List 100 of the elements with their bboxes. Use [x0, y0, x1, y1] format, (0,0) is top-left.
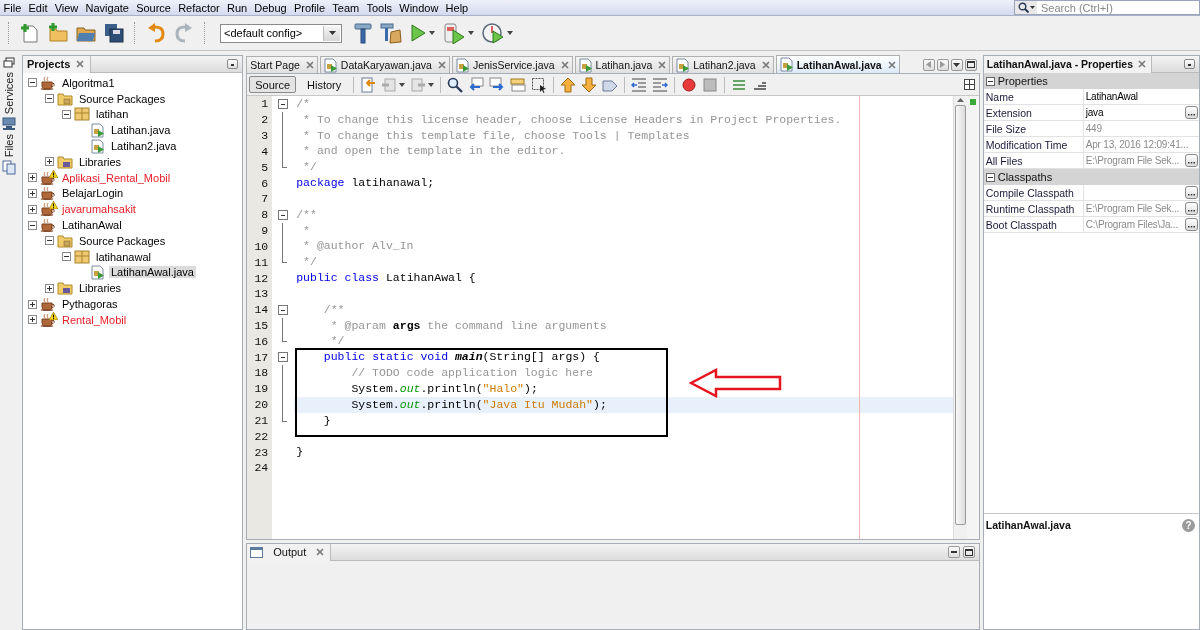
side-tab[interactable]: Files: [2, 134, 17, 176]
line-number: 5: [260, 160, 270, 174]
menu-item[interactable]: Window: [395, 1, 442, 14]
tree-item[interactable]: Rental_Mobil: [59, 313, 129, 326]
line-number: 10: [253, 239, 270, 253]
code-line: */: [302, 159, 317, 176]
line-number: 20: [253, 398, 270, 412]
panel-tab[interactable]: LatihanAwal.java - Properties: [983, 55, 1152, 73]
config-dropdown[interactable]: <default config>: [220, 23, 342, 43]
property-value[interactable]: E:\Program File Sek...: [1085, 203, 1185, 214]
code-line: * and open the template in the editor.: [302, 143, 566, 160]
menu-item[interactable]: View: [51, 1, 82, 14]
view-tab[interactable]: History: [301, 76, 348, 93]
property-name: Name: [983, 89, 1084, 104]
line-number: 1: [260, 97, 270, 111]
property-value[interactable]: C:\Program Files\Ja...: [1085, 219, 1185, 230]
line-number: 6: [260, 176, 270, 190]
menu-item[interactable]: Team: [328, 1, 363, 14]
line-number: 9: [260, 224, 270, 238]
side-tab[interactable]: Services: [2, 72, 17, 131]
property-name: Compile Classpath: [983, 185, 1084, 200]
tree-item[interactable]: latihanawal: [93, 250, 153, 263]
menu-item[interactable]: Help: [442, 1, 472, 14]
tree-item[interactable]: javarumahsakit: [59, 203, 138, 216]
tree-item[interactable]: Source Packages: [76, 92, 168, 105]
editor-tab[interactable]: Start Page: [246, 56, 318, 73]
line-number: 23: [253, 445, 270, 459]
line-number: 3: [260, 129, 270, 143]
tree-item[interactable]: Latihan2.java: [108, 140, 179, 153]
property-name: Modification Time: [983, 137, 1084, 152]
tree-item[interactable]: Source Packages: [76, 234, 168, 247]
line-number: 2: [260, 113, 270, 127]
tree-item[interactable]: Libraries: [76, 282, 124, 295]
code-line: *: [302, 222, 310, 239]
panel-tab[interactable]: Projects: [22, 55, 92, 73]
search-field[interactable]: Search (Ctrl+I): [1014, 0, 1200, 15]
menu-item[interactable]: Source: [132, 1, 175, 14]
menu-item[interactable]: Run: [223, 1, 251, 14]
tree-item[interactable]: Libraries: [76, 155, 124, 168]
section-header: Properties: [997, 75, 1048, 87]
code-line: }: [295, 444, 304, 461]
panel-tab[interactable]: Output: [247, 543, 332, 561]
editor-tab[interactable]: Latihan.java: [574, 56, 671, 73]
code-line: System.out.println("Halo");: [350, 380, 538, 397]
code-line: /**: [322, 301, 345, 318]
code-line: */: [329, 333, 345, 350]
line-number: 17: [253, 350, 270, 364]
line-number: 24: [253, 461, 270, 475]
property-value[interactable]: java: [1085, 107, 1185, 118]
tree-item[interactable]: Pythagoras: [59, 298, 120, 311]
code-line: */: [302, 254, 317, 271]
tree-item[interactable]: Latihan.java: [108, 124, 173, 137]
code-line: * To change this template file, choose Tools | Templates: [302, 127, 690, 144]
code-line: * To change this license header, choose License Headers in Project Properties.: [302, 111, 842, 128]
tree-item[interactable]: Aplikasi_Rental_Mobil: [59, 171, 173, 184]
tree-item[interactable]: latihan: [93, 108, 131, 121]
editor-tab[interactable]: JenisService.java: [451, 56, 573, 73]
property-name: Runtime Classpath: [983, 201, 1084, 216]
code-line: /**: [295, 206, 317, 223]
menu-item[interactable]: File: [0, 1, 25, 14]
code-line: }: [322, 412, 331, 429]
menu-item[interactable]: Edit: [24, 1, 52, 14]
property-name: File Size: [983, 121, 1084, 136]
code-line: * @author Alv_In: [302, 238, 414, 255]
section-header: Classpaths: [997, 171, 1053, 183]
code-line: * @param args the command line arguments: [329, 317, 607, 334]
editor-tab[interactable]: DataKaryawan.java: [319, 56, 450, 73]
menu-item[interactable]: Profile: [290, 1, 329, 14]
tree-item[interactable]: Algoritma1: [59, 76, 117, 89]
tree-item[interactable]: LatihanAwal: [59, 219, 124, 232]
line-number: 16: [253, 334, 270, 348]
property-name: Boot Classpath: [983, 217, 1084, 232]
code-line: public static void main(String[] args) {: [322, 349, 600, 366]
tree-item[interactable]: LatihanAwal.java: [108, 266, 196, 279]
line-number: 7: [260, 192, 270, 206]
editor-tab[interactable]: LatihanAwal.java: [775, 55, 900, 73]
line-number: 13: [253, 287, 270, 301]
code-line: package latihanawal;: [295, 175, 435, 191]
line-number: 18: [253, 366, 270, 380]
property-value[interactable]: LatihanAwal: [1085, 91, 1199, 102]
tree-item[interactable]: BelajarLogin: [59, 187, 126, 200]
view-tab[interactable]: Source: [249, 76, 297, 93]
menu-item[interactable]: Navigate: [81, 1, 133, 14]
line-number: 14: [253, 303, 270, 317]
editor-tab[interactable]: Latihan2.java: [672, 56, 774, 73]
line-number: 21: [253, 413, 270, 427]
code-line: /*: [295, 96, 310, 112]
code-line: System.out.println("Java Itu Mudah");: [350, 396, 607, 413]
property-value[interactable]: Apr 13, 2016 12:09:41...: [1085, 139, 1199, 150]
line-number: 11: [253, 255, 270, 269]
property-value[interactable]: E:\Program File Sek...: [1085, 155, 1185, 166]
menu-item[interactable]: Debug: [250, 1, 291, 14]
line-number: 4: [260, 144, 270, 158]
property-name: Extension: [983, 105, 1084, 120]
code-line: public class LatihanAwal {: [295, 270, 476, 286]
property-name: All Files: [983, 153, 1084, 168]
line-number: 19: [253, 382, 270, 396]
menu-item[interactable]: Tools: [362, 1, 396, 14]
line-number: 15: [253, 319, 270, 332]
menu-item[interactable]: Refactor: [174, 1, 224, 14]
